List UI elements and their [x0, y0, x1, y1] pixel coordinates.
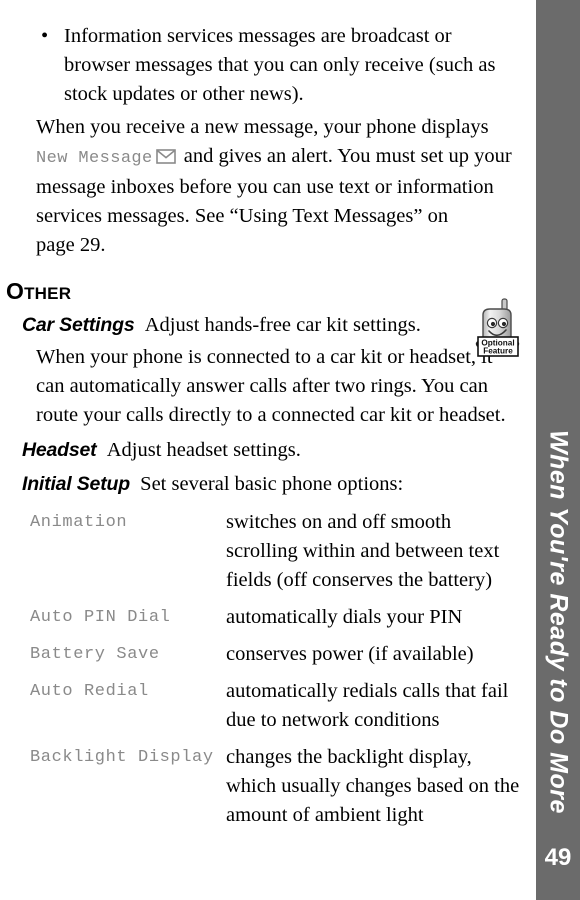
definition-desc: Adjust headset settings.: [106, 439, 301, 461]
table-row: Backlight Display changes the backlight …: [0, 743, 536, 838]
definition-headset: Headset Adjust headset settings.: [0, 436, 536, 464]
option-name: Animation: [30, 513, 128, 532]
table-row: Animation switches on and off smooth scr…: [0, 508, 536, 603]
section-heading-initial: O: [6, 278, 25, 304]
car-settings-body: When your phone is connected to a car ki…: [36, 346, 506, 426]
option-name: Auto Redial: [30, 682, 149, 701]
table-row: Battery Save conserves power (if availab…: [0, 640, 536, 677]
option-description: automatically dials your PIN: [226, 606, 463, 628]
table-row: Auto PIN Dial automatically dials your P…: [0, 603, 536, 640]
option-name: Auto PIN Dial: [30, 608, 171, 627]
chapter-sidebar: When You're Ready to Do More 49: [536, 0, 580, 900]
option-name: Backlight Display: [30, 748, 214, 767]
new-message-paragraph: When you receive a new message, your pho…: [0, 113, 536, 260]
definition-initial-setup: Initial Setup Set several basic phone op…: [0, 470, 536, 498]
page-body: • Information services messages are broa…: [0, 0, 536, 900]
bullet-list: • Information services messages are broa…: [0, 22, 536, 109]
table-row: Auto Redial automatically redials calls …: [0, 677, 536, 743]
option-description: conserves power (if available): [226, 643, 474, 665]
list-item: • Information services messages are broa…: [0, 22, 536, 109]
envelope-icon: [155, 144, 176, 173]
bullet-marker: •: [41, 25, 49, 47]
option-description: changes the backlight display, which usu…: [226, 746, 520, 826]
page-content: • Information services messages are broa…: [0, 22, 536, 838]
options-table: Animation switches on and off smooth scr…: [0, 508, 536, 838]
definition-desc: Set several basic phone options:: [140, 473, 404, 495]
page-number: 49: [544, 844, 572, 871]
definition-car-settings: Car Settings Adjust hands-free car kit s…: [0, 311, 536, 339]
section-heading-other: OTHER: [0, 278, 536, 305]
definition-term: Car Settings: [22, 314, 135, 336]
definition-term: Initial Setup: [22, 473, 130, 495]
definition-term: Headset: [22, 439, 97, 461]
definition-desc: Adjust hands-free car kit settings.: [144, 314, 421, 336]
optional-feature-badge: Optional Feature: [470, 297, 526, 359]
option-description: automatically redials calls that fail du…: [226, 680, 509, 731]
paragraph-text-lead: When you receive a new message, your pho…: [36, 116, 489, 138]
chapter-title-text: When You're Ready to Do More: [544, 430, 573, 814]
screen-text-new-message: New Message: [36, 149, 153, 168]
chapter-title: When You're Ready to Do More: [536, 0, 580, 820]
optional-badge-line2: Feature: [483, 347, 513, 356]
option-description: switches on and off smooth scrolling wit…: [226, 511, 500, 591]
option-name: Battery Save: [30, 645, 160, 664]
section-heading-rest: THER: [24, 284, 72, 303]
list-item-text: Information services messages are broadc…: [64, 25, 496, 105]
options-table-body: Animation switches on and off smooth scr…: [0, 508, 536, 838]
